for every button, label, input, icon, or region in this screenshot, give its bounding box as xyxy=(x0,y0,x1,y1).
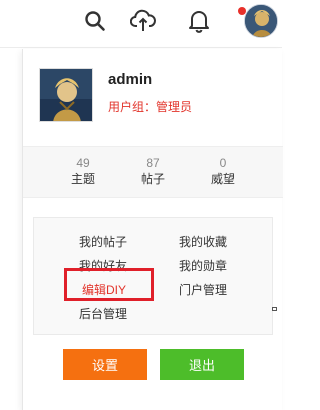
highlight-box xyxy=(64,268,154,301)
top-navbar xyxy=(0,0,282,44)
user-avatar-menu[interactable] xyxy=(238,4,278,38)
stat-threads-label: 主题 xyxy=(70,172,95,186)
avatar-large[interactable] xyxy=(39,68,93,122)
user-dropdown-panel: admin 用户组：管理员 49 主题 87 帖子 0 威望 我的帖子 我的收藏… xyxy=(22,49,283,410)
profile-section: admin 用户组：管理员 xyxy=(23,49,283,146)
stat-threads-value: 49 xyxy=(76,156,90,170)
stat-posts-value: 87 xyxy=(146,156,160,170)
stat-prestige[interactable]: 0 威望 xyxy=(201,156,245,188)
usergroup-label: 用户组：管理员 xyxy=(108,100,193,114)
logout-button[interactable]: 退出 xyxy=(160,349,244,380)
stat-prestige-value: 0 xyxy=(219,156,227,170)
stat-threads[interactable]: 49 主题 xyxy=(61,156,105,188)
bell-icon[interactable] xyxy=(186,8,212,34)
settings-button[interactable]: 设置 xyxy=(63,349,147,380)
avatar xyxy=(244,4,278,38)
header-divider xyxy=(0,47,282,48)
user-stats: 49 主题 87 帖子 0 威望 xyxy=(23,146,283,198)
notification-dot xyxy=(238,7,246,15)
upload-cloud-icon[interactable] xyxy=(130,8,156,34)
menu-item-my-posts[interactable]: 我的帖子 xyxy=(79,233,127,250)
stat-prestige-label: 威望 xyxy=(210,172,235,186)
stat-posts-label: 帖子 xyxy=(140,172,165,186)
scroll-marker xyxy=(272,307,277,311)
menu-item-admin-panel[interactable]: 后台管理 xyxy=(79,305,127,322)
search-icon[interactable] xyxy=(82,8,108,34)
menu-item-my-medals[interactable]: 我的勋章 xyxy=(179,257,227,274)
menu-item-portal-manage[interactable]: 门户管理 xyxy=(179,281,227,298)
menu-item-my-favorites[interactable]: 我的收藏 xyxy=(179,233,227,250)
stat-posts[interactable]: 87 帖子 xyxy=(131,156,175,188)
username[interactable]: admin xyxy=(108,71,152,88)
user-menu: 我的帖子 我的收藏 我的好友 我的勋章 编辑DIY 门户管理 后台管理 xyxy=(33,217,273,335)
